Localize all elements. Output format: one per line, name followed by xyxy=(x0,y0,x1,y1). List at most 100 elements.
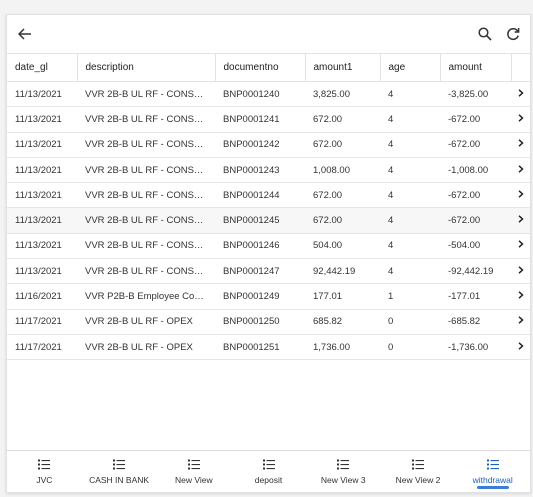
refresh-icon[interactable] xyxy=(503,24,523,44)
cell-amount: -672.00 xyxy=(440,182,511,209)
cell-amount1: 177.01 xyxy=(305,283,380,310)
table-row[interactable]: 11/13/2021VVR 2B-B UL RF - CONSTRUCTI...… xyxy=(7,106,530,133)
cell-documentno: BNP0001251 xyxy=(215,334,305,361)
nav-item-jvc[interactable]: JVC xyxy=(7,451,82,492)
nav-item-label: CASH IN BANK xyxy=(89,475,150,485)
table-row[interactable]: 11/13/2021VVR 2B-B UL RF - CONSTRUCTI...… xyxy=(7,81,530,108)
nav-item-label: deposit xyxy=(254,475,283,485)
table-row[interactable]: 11/13/2021VVR 2B-B UL RF - CONSTRUCTI...… xyxy=(7,157,530,184)
cell-documentno: BNP0001245 xyxy=(215,207,305,234)
list-icon xyxy=(262,459,275,475)
chevron-right-icon[interactable] xyxy=(511,106,530,133)
chevron-right-icon[interactable] xyxy=(511,233,530,260)
table-row[interactable]: 11/13/2021VVR 2B-B UL RF - CONSTRUCTI...… xyxy=(7,207,530,234)
cell-amount: -1,736.00 xyxy=(440,334,511,361)
nav-item-label: New View xyxy=(174,475,213,485)
cell-amount: -672.00 xyxy=(440,106,511,133)
cell-age: 1 xyxy=(380,283,440,310)
cell-age: 0 xyxy=(380,334,440,361)
records-table: date_gl description documentno amount1 a… xyxy=(7,53,530,361)
cell-date-gl: 11/13/2021 xyxy=(7,106,77,133)
cell-amount1: 504.00 xyxy=(305,233,380,260)
cell-amount1: 672.00 xyxy=(305,132,380,158)
cell-date-gl: 11/17/2021 xyxy=(7,334,77,361)
search-icon[interactable] xyxy=(475,24,495,44)
list-icon xyxy=(486,459,499,475)
cell-amount: -504.00 xyxy=(440,233,511,260)
cell-amount1: 3,825.00 xyxy=(305,81,380,108)
cell-age: 4 xyxy=(380,132,440,158)
column-header-date-gl[interactable]: date_gl xyxy=(7,53,78,82)
cell-documentno: BNP0001250 xyxy=(215,309,305,335)
toolbar xyxy=(7,15,530,53)
chevron-right-icon[interactable] xyxy=(511,157,530,184)
chevron-right-icon[interactable] xyxy=(511,309,530,335)
cell-description: VVR 2B-B UL RF - OPEX xyxy=(77,334,215,361)
nav-item-withdrawal[interactable]: withdrawal xyxy=(455,451,530,492)
cell-age: 4 xyxy=(380,258,440,285)
column-header-documentno[interactable]: documentno xyxy=(215,53,306,82)
data-view-card: date_gl description documentno amount1 a… xyxy=(6,14,531,493)
chevron-right-icon[interactable] xyxy=(511,334,530,361)
chevron-right-icon[interactable] xyxy=(511,81,530,108)
nav-item-new-view[interactable]: New View xyxy=(156,451,231,492)
cell-description: VVR 2B-B UL RF - CONSTRUCTI... xyxy=(77,81,215,108)
cell-amount1: 1,008.00 xyxy=(305,157,380,184)
cell-documentno: BNP0001247 xyxy=(215,258,305,285)
back-arrow-icon[interactable] xyxy=(15,24,35,44)
nav-item-cash-in-bank[interactable]: CASH IN BANK xyxy=(82,451,157,492)
cell-age: 4 xyxy=(380,182,440,209)
cell-age: 0 xyxy=(380,309,440,335)
cell-description: VVR 2B-B UL RF - CONSTRUCTI... xyxy=(77,233,215,260)
table-row[interactable]: 11/16/2021VVR P2B-B Employee Compens...B… xyxy=(7,283,530,310)
chevron-right-icon[interactable] xyxy=(511,132,530,158)
chevron-right-icon[interactable] xyxy=(511,207,530,234)
table-row[interactable]: 11/17/2021 VVR 2B-B UL RF - OPEX BNP000125… xyxy=(7,334,530,361)
table-row[interactable]: 11/13/2021VVR 2B-B UL RF - CONSTRUCTI...… xyxy=(7,182,530,209)
cell-description: VVR 2B-B UL RF - CONSTRUCTI... xyxy=(77,132,215,158)
nav-item-new-view-3[interactable]: New View 3 xyxy=(306,451,381,492)
cell-date-gl: 11/16/2021 xyxy=(7,283,77,310)
table-row[interactable]: 11/13/2021VVR 2B-B UL RF - CONSTRUCTI...… xyxy=(7,258,530,285)
cell-description: VVR 2B-B UL RF - CONSTRUCTI... xyxy=(77,157,215,184)
cell-amount: -177.01 xyxy=(440,283,511,310)
cell-date-gl: 11/13/2021 xyxy=(7,81,77,108)
cell-description: VVR 2B-B UL RF - CONSTRUCTI... xyxy=(77,182,215,209)
cell-amount: -672.00 xyxy=(440,132,511,158)
nav-item-new-view-2[interactable]: New View 2 xyxy=(381,451,456,492)
list-icon xyxy=(187,459,200,475)
list-icon xyxy=(113,459,126,475)
column-header-amount1[interactable]: amount1 xyxy=(305,53,381,82)
list-icon xyxy=(38,459,51,475)
column-header-description[interactable]: description xyxy=(77,53,216,82)
table-body: 11/13/2021VVR 2B-B UL RF - CONSTRUCTI...… xyxy=(7,81,530,361)
chevron-right-icon[interactable] xyxy=(511,182,530,209)
cell-documentno: BNP0001246 xyxy=(215,233,305,260)
chevron-right-icon[interactable] xyxy=(511,283,530,310)
table-row[interactable]: 11/13/2021VVR 2B-B UL RF - CONSTRUCTI...… xyxy=(7,233,530,260)
chevron-right-icon[interactable] xyxy=(511,258,530,285)
cell-description: VVR 2B-B UL RF - CONSTRUCTI... xyxy=(77,106,215,133)
cell-documentno: BNP0001243 xyxy=(215,157,305,184)
cell-amount: -3,825.00 xyxy=(440,81,511,108)
column-header-amount[interactable]: amount xyxy=(440,53,512,82)
table-header-row: date_gl description documentno amount1 a… xyxy=(7,53,530,82)
nav-item-label: JVC xyxy=(36,475,53,485)
cell-documentno: BNP0001242 xyxy=(215,132,305,158)
bottom-navigation: JVC CASH IN BANK New View deposit New View 3… xyxy=(7,450,530,492)
cell-documentno: BNP0001240 xyxy=(215,81,305,108)
cell-age: 4 xyxy=(380,207,440,234)
table-row[interactable]: 11/17/2021 VVR 2B-B UL RF - OPEX BNP000125… xyxy=(7,309,530,335)
nav-item-label: New View 3 xyxy=(320,475,366,485)
cell-description: VVR P2B-B Employee Compens... xyxy=(77,283,215,310)
cell-amount: -685.82 xyxy=(440,309,511,335)
list-icon xyxy=(411,459,424,475)
cell-description: VVR 2B-B UL RF - OPEX xyxy=(77,309,215,335)
cell-date-gl: 11/17/2021 xyxy=(7,309,77,335)
cell-amount: -1,008.00 xyxy=(440,157,511,184)
column-header-age[interactable]: age xyxy=(380,53,441,82)
cell-age: 4 xyxy=(380,233,440,260)
nav-item-deposit[interactable]: deposit xyxy=(231,451,306,492)
table-row[interactable]: 11/13/2021VVR 2B-B UL RF - CONSTRUCTI...… xyxy=(7,132,530,158)
cell-documentno: BNP0001241 xyxy=(215,106,305,133)
